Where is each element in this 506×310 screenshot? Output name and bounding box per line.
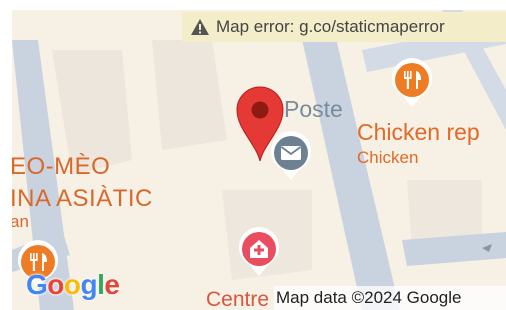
map-marker-icon[interactable] (234, 84, 286, 162)
map-error-banner: Map error: g.co/staticmaperror (182, 12, 506, 42)
logo-letter: g (80, 269, 98, 300)
place-label-line2: INA ASIÀTIC (12, 185, 153, 212)
restaurant-category-label: Chicken (357, 148, 419, 167)
map-error-text: Map error: g.co/staticmaperror (216, 17, 445, 36)
google-logo: Google (26, 269, 120, 301)
centre-label: Centre (206, 288, 270, 310)
logo-letter: o (47, 269, 64, 300)
place-label-line1: EO-MÈO (12, 153, 111, 180)
logo-letter: e (104, 269, 120, 300)
restaurant-name-label: Chicken rep (357, 119, 480, 145)
logo-letter: G (26, 269, 48, 300)
post-office-label: Poste (284, 96, 343, 122)
map-view[interactable]: Map error: g.co/staticmaperror Poste Chi… (12, 10, 506, 310)
hospital-pin[interactable] (237, 227, 281, 277)
map-attribution[interactable]: Map data ©2024 Google (274, 286, 506, 310)
warning-icon (190, 18, 210, 36)
restaurant-pin[interactable] (390, 58, 434, 108)
place-label-line3: an (12, 212, 29, 231)
logo-letter: o (63, 269, 81, 300)
